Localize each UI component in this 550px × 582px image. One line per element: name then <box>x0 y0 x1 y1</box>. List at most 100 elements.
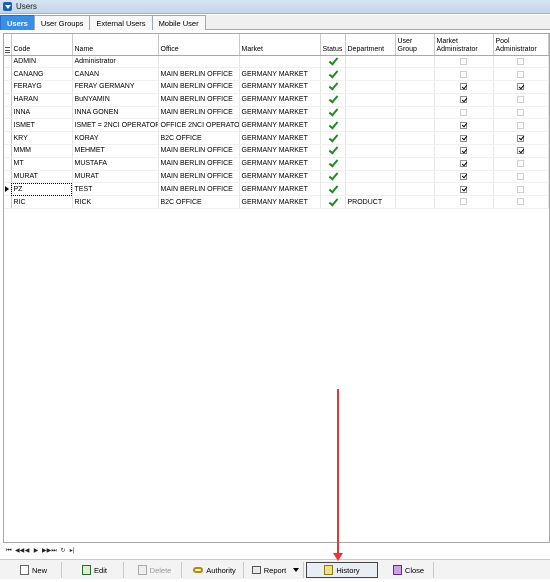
cell-department[interactable] <box>345 67 396 82</box>
row-indicator[interactable] <box>4 93 12 107</box>
column-chooser[interactable] <box>4 34 12 56</box>
cell-name[interactable]: BuNYAMIN <box>72 93 159 107</box>
pool-admin-checkbox[interactable] <box>517 160 524 168</box>
cell-code[interactable]: MMM <box>11 144 73 158</box>
cell-user-group[interactable] <box>395 170 435 184</box>
pool-admin-checkbox[interactable] <box>517 185 524 193</box>
cell-office[interactable]: B2C OFFICE <box>158 195 240 210</box>
report-button[interactable]: Report <box>248 562 304 578</box>
new-button[interactable]: New <box>6 562 62 578</box>
market-admin-checkbox[interactable] <box>460 198 467 206</box>
tab-external-users[interactable]: External Users <box>89 15 153 30</box>
row-indicator[interactable] <box>4 195 12 210</box>
next-page-button[interactable]: ▶▶ <box>41 546 51 555</box>
tab-users[interactable]: Users <box>0 15 35 30</box>
market-admin-checkbox[interactable] <box>460 121 467 129</box>
cell-market[interactable] <box>239 55 321 69</box>
table-row[interactable]: ISMET ISMET = 2NCI OPERATOR OFFICE 2NCI OP… <box>4 118 549 133</box>
row-indicator[interactable] <box>4 144 12 158</box>
cell-name[interactable]: MEHMET <box>72 144 159 158</box>
cell-status[interactable] <box>320 80 346 94</box>
cell-status[interactable] <box>320 93 346 107</box>
table-row[interactable]: MURAT MURAT MAIN BERLIN OFFICE GERMANY MARK… <box>4 170 549 184</box>
table-row[interactable]: INNA INNA GONEN MAIN BERLIN OFFICE GERMANY … <box>4 106 549 120</box>
column-header-name[interactable]: Name <box>72 34 159 56</box>
table-row[interactable]: RIC RICK B2C OFFICE GERMANY MARKET PRODUCT <box>4 195 549 210</box>
pool-admin-checkbox[interactable] <box>517 83 524 91</box>
cell-office[interactable]: MAIN BERLIN OFFICE <box>158 182 240 197</box>
pool-admin-checkbox[interactable] <box>517 198 524 206</box>
cell-user-group[interactable] <box>395 144 435 158</box>
table-row[interactable]: ADMIN Administrator <box>4 55 549 69</box>
cell-department[interactable] <box>345 157 396 171</box>
cell-office[interactable]: OFFICE 2NCI OPERATOR <box>158 118 240 133</box>
authority-button[interactable]: Authority <box>186 562 244 578</box>
cell-code[interactable]: MT <box>11 157 73 171</box>
row-indicator[interactable] <box>4 55 12 69</box>
last-page-button[interactable]: ⏭ <box>50 546 58 555</box>
delete-button[interactable]: Delete <box>128 562 182 578</box>
cell-user-group[interactable] <box>395 157 435 171</box>
market-admin-checkbox[interactable] <box>460 134 467 142</box>
row-indicator[interactable] <box>4 182 12 197</box>
table-row[interactable]: MT MUSTAFA MAIN BERLIN OFFICE GERMANY MARKE… <box>4 157 549 171</box>
cell-user-group[interactable] <box>395 93 435 107</box>
cell-user-group[interactable] <box>395 195 435 210</box>
cell-market[interactable]: GERMANY MARKET <box>239 182 321 197</box>
cell-market[interactable]: GERMANY MARKET <box>239 157 321 171</box>
column-header-user-group[interactable]: User Group <box>395 34 435 56</box>
refresh-button[interactable]: ↻ <box>59 546 67 555</box>
cell-name[interactable]: ISMET = 2NCI OPERATOR <box>72 118 159 133</box>
cell-office[interactable]: MAIN BERLIN OFFICE <box>158 67 240 82</box>
users-grid[interactable]: Code Name Office Market Status Departmen… <box>3 33 550 543</box>
cell-office[interactable]: MAIN BERLIN OFFICE <box>158 170 240 184</box>
market-admin-checkbox[interactable] <box>460 185 467 193</box>
cell-market[interactable]: GERMANY MARKET <box>239 195 321 210</box>
cell-user-group[interactable] <box>395 118 435 133</box>
cell-name[interactable]: FERAY GERMANY <box>72 80 159 94</box>
cell-office[interactable]: B2C OFFICE <box>158 131 240 146</box>
cell-status[interactable] <box>320 157 346 171</box>
pool-admin-checkbox[interactable] <box>517 70 524 78</box>
row-indicator[interactable] <box>4 106 12 120</box>
column-header-market[interactable]: Market <box>239 34 321 56</box>
cell-office[interactable]: MAIN BERLIN OFFICE <box>158 157 240 171</box>
cell-market[interactable]: GERMANY MARKET <box>239 80 321 94</box>
pool-admin-checkbox[interactable] <box>517 172 524 180</box>
cell-status[interactable] <box>320 55 346 69</box>
app-menu-icon[interactable] <box>3 2 12 11</box>
cell-department[interactable] <box>345 106 396 120</box>
pool-admin-checkbox[interactable] <box>517 147 524 155</box>
column-header-office[interactable]: Office <box>158 34 240 56</box>
cell-office[interactable]: MAIN BERLIN OFFICE <box>158 93 240 107</box>
cell-name[interactable]: MURAT <box>72 170 159 184</box>
cell-office[interactable] <box>158 55 240 69</box>
cell-department[interactable] <box>345 80 396 94</box>
column-header-department[interactable]: Department <box>345 34 396 56</box>
cell-user-group[interactable] <box>395 182 435 197</box>
column-header-code[interactable]: Code <box>11 34 73 56</box>
cell-market[interactable]: GERMANY MARKET <box>239 131 321 146</box>
cell-code[interactable]: HARAN <box>11 93 73 107</box>
market-admin-checkbox[interactable] <box>460 172 467 180</box>
market-admin-checkbox[interactable] <box>460 160 467 168</box>
table-row[interactable]: FERAYG FERAY GERMANY MAIN BERLIN OFFICE GER… <box>4 80 549 94</box>
market-admin-checkbox[interactable] <box>460 83 467 91</box>
market-admin-checkbox[interactable] <box>460 57 467 65</box>
cell-status[interactable] <box>320 67 346 82</box>
table-row[interactable]: HARAN BuNYAMIN MAIN BERLIN OFFICE GERMANY M… <box>4 93 549 107</box>
cell-user-group[interactable] <box>395 80 435 94</box>
row-indicator[interactable] <box>4 157 12 171</box>
cell-department[interactable] <box>345 93 396 107</box>
cell-department[interactable] <box>345 118 396 133</box>
cell-name[interactable]: INNA GONEN <box>72 106 159 120</box>
cell-code[interactable]: RIC <box>11 195 73 210</box>
close-button[interactable]: Close <box>384 562 434 578</box>
cell-status[interactable] <box>320 182 346 197</box>
column-header-market-administrator[interactable]: Market Administrator <box>434 34 494 56</box>
cell-name[interactable]: RICK <box>72 195 159 210</box>
prev-page-button[interactable]: ◀◀ <box>14 546 24 555</box>
cell-code[interactable]: ADMIN <box>11 55 73 69</box>
cell-name[interactable]: TEST <box>72 182 159 197</box>
cell-market[interactable]: GERMANY MARKET <box>239 106 321 120</box>
